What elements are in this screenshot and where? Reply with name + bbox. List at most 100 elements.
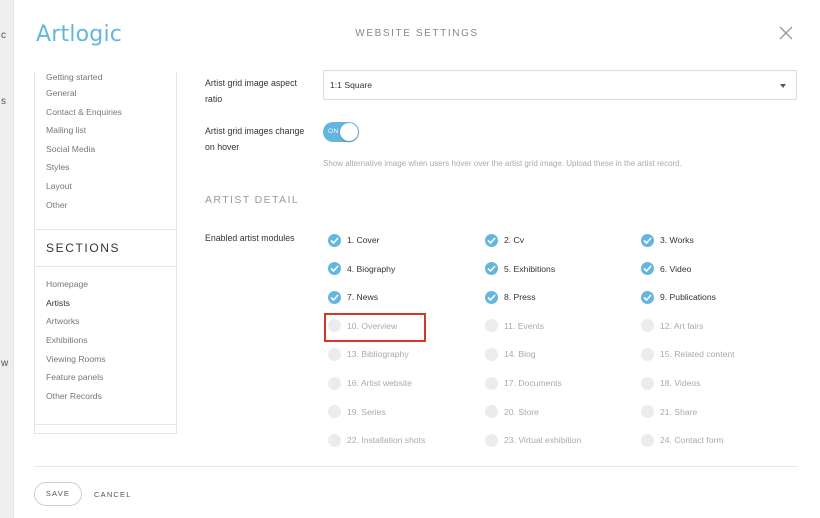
close-button[interactable]: [777, 24, 795, 42]
sidebar-item-other-records[interactable]: Other Records: [46, 387, 176, 406]
sidebar-item-viewing-rooms[interactable]: Viewing Rooms: [46, 350, 176, 369]
module-checkbox[interactable]: 8. Press: [485, 289, 536, 305]
cancel-button[interactable]: CANCEL: [94, 490, 132, 499]
chevron-down-icon: [780, 84, 786, 88]
module-checkbox[interactable]: 10. Overview: [328, 318, 397, 334]
module-checkbox[interactable]: 9. Publications: [641, 289, 716, 305]
module-checkbox[interactable]: 2. Cv: [485, 232, 524, 248]
aspect-ratio-select[interactable]: 1:1 Square: [323, 70, 797, 100]
hover-change-label-line: Artist grid images change: [205, 126, 305, 136]
unchecked-circle-icon: [485, 376, 498, 390]
module-checkbox[interactable]: 22. Installation shots: [328, 432, 425, 448]
close-icon: [779, 26, 793, 40]
hover-change-label: Artist grid images change on hover: [205, 123, 304, 155]
module-checkbox[interactable]: 23. Virtual exhibition: [485, 432, 581, 448]
unchecked-circle-icon: [641, 347, 654, 361]
sidebar-item-artworks[interactable]: Artworks: [46, 312, 176, 331]
module-label: 23. Virtual exhibition: [504, 435, 582, 446]
hover-change-label-line: on hover: [205, 142, 240, 152]
checkmark-icon: [641, 290, 654, 304]
module-label: 18. Videos: [660, 378, 701, 388]
toggle-knob: [340, 123, 358, 141]
module-checkbox[interactable]: 12. Art fairs: [641, 318, 703, 334]
module-checkbox[interactable]: 7. News: [328, 289, 378, 305]
sidebar-item-other[interactable]: Other: [46, 196, 176, 215]
background-app-edge: c s w: [0, 0, 14, 518]
module-checkbox[interactable]: 24. Contact form: [641, 432, 724, 448]
checkmark-icon: [485, 290, 498, 304]
unchecked-circle-icon: [328, 347, 341, 361]
module-checkbox[interactable]: 15. Related content: [641, 346, 735, 362]
checkmark-icon: [485, 233, 498, 247]
sections-nav: Homepage Artists Artworks Exhibitions Vi…: [35, 275, 176, 405]
module-checkbox[interactable]: 21. Share: [641, 404, 697, 420]
module-checkbox[interactable]: 16. Artist website: [328, 375, 412, 391]
sidebar-divider: [35, 229, 176, 231]
module-checkbox[interactable]: 1. Cover: [328, 232, 379, 248]
module-label: 1. Cover: [347, 235, 380, 245]
footer-divider: [34, 466, 798, 467]
module-label: 13. Bibliography: [347, 349, 409, 360]
module-label: 6. Video: [660, 263, 692, 274]
toggle-on-text: ON: [328, 128, 339, 135]
module-checkbox[interactable]: 11. Events: [485, 318, 544, 334]
hover-help-text: Show alternative image when users hover …: [323, 159, 682, 168]
background-fragment: w: [1, 358, 9, 369]
unchecked-circle-icon: [641, 433, 654, 447]
module-label: 24. Contact form: [660, 435, 724, 446]
module-label: 22. Installation shots: [347, 435, 426, 446]
module-label: 5. Exhibitions: [504, 263, 556, 274]
unchecked-circle-icon: [328, 405, 341, 419]
module-checkbox[interactable]: 19. Series: [328, 404, 386, 420]
sections-heading: SECTIONS: [46, 241, 121, 256]
sidebar-item-layout[interactable]: Layout: [46, 177, 176, 196]
checkmark-icon: [328, 290, 341, 304]
module-checkbox[interactable]: 4. Biography: [328, 261, 395, 277]
unchecked-circle-icon: [641, 376, 654, 390]
sidebar-item-contact-enquiries[interactable]: Contact & Enquiries: [46, 103, 176, 122]
sidebar-item-homepage[interactable]: Homepage: [46, 275, 176, 294]
sidebar-item-mailing-list[interactable]: Mailing list: [46, 121, 176, 140]
hover-change-toggle[interactable]: ON: [323, 122, 359, 142]
module-label: 3. Works: [660, 235, 694, 245]
module-checkbox[interactable]: 18. Videos: [641, 375, 700, 391]
sidebar-item-general[interactable]: General: [46, 84, 176, 103]
aspect-ratio-label-line: Artist grid image aspect: [205, 78, 297, 88]
module-label: 7. News: [347, 292, 379, 303]
sidebar-item-getting-started[interactable]: Getting started: [46, 72, 176, 84]
module-label: 15. Related content: [660, 349, 735, 360]
checkmark-icon: [641, 262, 654, 276]
checkmark-icon: [328, 262, 341, 276]
unchecked-circle-icon: [641, 319, 654, 333]
aspect-ratio-label: Artist grid image aspect ratio: [205, 75, 297, 107]
module-checkbox[interactable]: 14. Blog: [485, 346, 536, 362]
unchecked-circle-icon: [328, 433, 341, 447]
module-checkbox[interactable]: 3. Works: [641, 232, 694, 248]
unchecked-circle-icon: [641, 405, 654, 419]
sidebar-item-exhibitions[interactable]: Exhibitions: [46, 331, 176, 350]
module-checkbox[interactable]: 20. Store: [485, 404, 539, 420]
module-checkbox[interactable]: 17. Documents: [485, 375, 562, 391]
module-label: 17. Documents: [504, 378, 562, 388]
background-fragment: c: [1, 30, 6, 41]
module-checkbox[interactable]: 13. Bibliography: [328, 346, 409, 362]
module-label: 20. Store: [504, 406, 539, 417]
website-settings-modal: Artlogic WEBSITE SETTINGS Getting starte…: [14, 0, 820, 518]
module-checkbox[interactable]: 6. Video: [641, 261, 691, 277]
sidebar-item-styles[interactable]: Styles: [46, 158, 176, 177]
module-label: 21. Share: [660, 406, 698, 417]
unchecked-circle-icon: [328, 376, 341, 390]
module-checkbox[interactable]: 5. Exhibitions: [485, 261, 555, 277]
module-label: 2. Cv: [504, 235, 525, 245]
modules-label: Enabled artist modules: [205, 233, 295, 243]
unchecked-circle-icon: [485, 347, 498, 361]
save-button[interactable]: SAVE: [34, 482, 82, 506]
sidebar-item-social-media[interactable]: Social Media: [46, 140, 176, 159]
sidebar-divider: [35, 424, 176, 425]
sidebar-item-artists[interactable]: Artists: [46, 294, 176, 313]
sidebar-item-feature-panels[interactable]: Feature panels: [46, 368, 176, 387]
module-label: 10. Overview: [347, 320, 398, 331]
module-label: 12. Art fairs: [660, 320, 704, 331]
aspect-ratio-value: 1:1 Square: [330, 80, 373, 90]
modal-title: WEBSITE SETTINGS: [355, 28, 479, 39]
